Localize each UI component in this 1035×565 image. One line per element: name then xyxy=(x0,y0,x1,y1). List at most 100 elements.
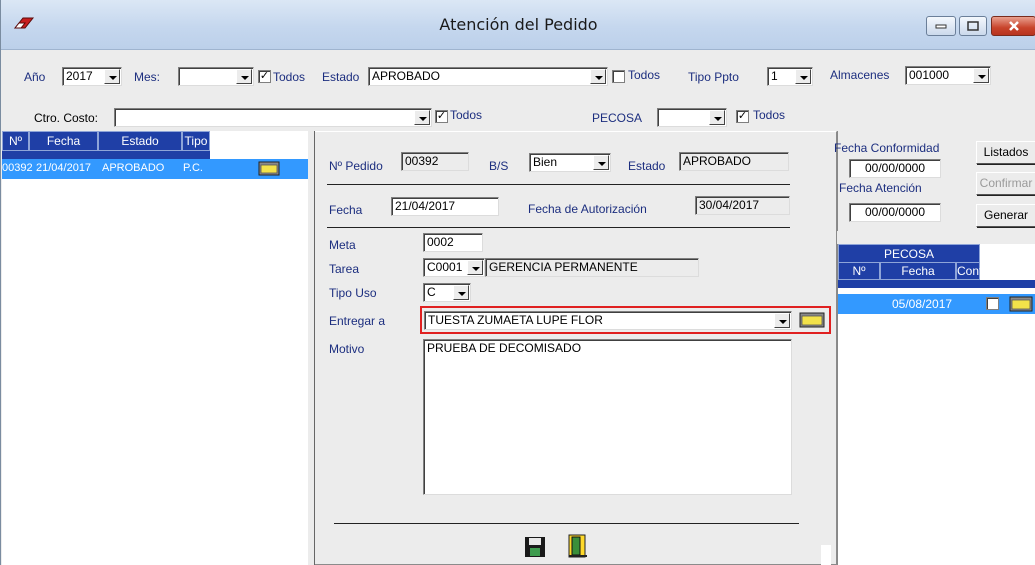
tarea-label: Tarea xyxy=(329,262,360,276)
fecha-atencion-label: Fecha Atención xyxy=(839,181,922,195)
orders-col-tipo[interactable]: Tipo xyxy=(182,131,210,151)
exit-door-icon[interactable] xyxy=(567,534,589,558)
dropdown-arrow-icon xyxy=(414,110,430,125)
orders-col-fecha[interactable]: Fecha xyxy=(29,131,98,151)
close-icon xyxy=(1008,21,1019,31)
dropdown-arrow-icon xyxy=(709,110,725,125)
estado-field[interactable]: APROBADO xyxy=(679,152,789,171)
minimize-icon xyxy=(935,24,947,29)
detail-panel-edge xyxy=(314,131,315,565)
tarea-code: C0001 xyxy=(427,260,463,274)
maximize-button[interactable] xyxy=(959,16,987,36)
save-icon[interactable] xyxy=(524,536,546,558)
motivo-label: Motivo xyxy=(329,342,365,356)
fecha-conformidad-label: Fecha Conformidad xyxy=(834,141,940,155)
view-detail-icon[interactable] xyxy=(258,161,280,176)
fecha-label: Fecha xyxy=(329,203,363,217)
ctro-costo-todos-checkbox[interactable]: ✓ xyxy=(435,110,448,123)
title-bar: Atención del Pedido xyxy=(1,0,1035,50)
fecha-autorizacion-field[interactable]: 30/04/2017 xyxy=(695,196,790,215)
scroll-corner xyxy=(821,545,831,565)
close-button[interactable] xyxy=(991,16,1035,36)
estado-todos-label: Todos xyxy=(628,68,661,82)
estado-todos-checkbox[interactable] xyxy=(612,70,625,83)
divider xyxy=(327,184,790,185)
dropdown-arrow-icon xyxy=(467,260,483,275)
table-row[interactable]: 00392 21/04/2017 APROBADO P.C. xyxy=(2,159,308,179)
mes-select[interactable] xyxy=(178,67,254,86)
tipo-uso-value: C xyxy=(427,285,436,299)
pecosa-fecha: 05/08/2017 xyxy=(892,297,953,311)
confirmar-button[interactable]: Confirmar xyxy=(976,172,1035,195)
pecosa-grid[interactable]: PECOSA Nº Fecha Conf. 05/08/2017 xyxy=(837,244,1035,565)
order-fecha: 21/04/2017 xyxy=(36,162,92,174)
fecha-atencion-field[interactable]: 00/00/0000 xyxy=(849,203,941,222)
pecosa-todos-label: Todos xyxy=(753,108,786,122)
fecha-field[interactable]: 21/04/2017 xyxy=(391,197,499,216)
anio-value: 2017 xyxy=(66,69,93,83)
pedido-field[interactable]: 00392 xyxy=(401,152,469,171)
window-title: Atención del Pedido xyxy=(439,15,598,34)
orders-col-num[interactable]: Nº xyxy=(2,131,29,151)
highlight-box xyxy=(420,306,831,334)
listados-button[interactable]: Listados xyxy=(976,141,1035,164)
dropdown-arrow-icon xyxy=(795,69,811,84)
pecosa-filter-label: PECOSA xyxy=(592,111,643,125)
generar-button[interactable]: Generar xyxy=(976,204,1035,227)
tipo-uso-select[interactable]: C xyxy=(423,283,471,302)
mes-todos-label: Todos xyxy=(273,70,306,84)
estado-filter-value: APROBADO xyxy=(372,69,441,83)
anio-label: Año xyxy=(24,70,46,84)
pecosa-todos-checkbox[interactable]: ✓ xyxy=(736,110,749,123)
tipo-ppto-label: Tipo Ppto xyxy=(688,70,739,84)
table-row[interactable]: 05/08/2017 xyxy=(838,294,1035,314)
ctro-costo-label: Ctro. Costo: xyxy=(34,111,99,125)
estado-filter-select[interactable]: APROBADO xyxy=(368,67,608,86)
pecosa-col-fecha[interactable]: Fecha xyxy=(880,262,956,280)
bs-label: B/S xyxy=(489,159,509,173)
dropdown-arrow-icon xyxy=(590,69,606,84)
view-detail-icon[interactable] xyxy=(1009,296,1033,312)
almacenes-value: 001000 xyxy=(909,68,950,82)
meta-field[interactable]: 0002 xyxy=(423,233,483,252)
mes-label: Mes: xyxy=(134,70,161,84)
pecosa-grid-title: PECOSA xyxy=(838,244,980,264)
tipo-ppto-select[interactable]: 1 xyxy=(767,67,813,86)
orders-grid[interactable]: Nº Fecha Estado Tipo 00392 21/04/2017 AP… xyxy=(2,131,308,565)
tarea-description: GERENCIA PERMANENTE xyxy=(485,258,699,277)
tipo-ppto-value: 1 xyxy=(771,69,778,83)
app-window: Atención del Pedido Año 2017 Mes: ✓ Todo… xyxy=(0,0,1035,565)
almacenes-label: Almacenes xyxy=(830,68,890,82)
pecosa-col-conf[interactable]: Conf. xyxy=(956,262,986,280)
dropdown-arrow-icon xyxy=(973,68,989,83)
fecha-autorizacion-label: Fecha de Autorización xyxy=(528,202,647,216)
bs-select[interactable]: Bien xyxy=(529,153,611,172)
ctro-costo-select[interactable] xyxy=(114,108,432,127)
almacenes-select[interactable]: 001000 xyxy=(905,66,991,85)
tarea-select[interactable]: C0001 xyxy=(423,258,485,277)
order-tipo: P.C. xyxy=(183,162,203,174)
mes-todos-checkbox[interactable]: ✓ xyxy=(258,70,271,83)
estado-filter-label: Estado xyxy=(322,70,360,84)
fecha-conformidad-field[interactable]: 00/00/0000 xyxy=(849,159,941,178)
divider xyxy=(327,227,790,228)
maximize-icon xyxy=(967,21,979,31)
divider xyxy=(334,523,799,524)
pedido-label: Nº Pedido xyxy=(329,159,383,173)
bs-value: Bien xyxy=(533,155,558,169)
pecosa-conf-checkbox[interactable] xyxy=(986,297,999,310)
motivo-textarea[interactable]: PRUEBA DE DECOMISADO xyxy=(423,339,792,495)
pecosa-col-num[interactable]: Nº xyxy=(838,262,880,280)
tipo-uso-label: Tipo Uso xyxy=(329,286,377,300)
dropdown-arrow-icon xyxy=(104,69,120,84)
orders-header-band xyxy=(2,151,210,159)
estado-label: Estado xyxy=(628,159,666,173)
ctro-costo-todos-label: Todos xyxy=(450,108,483,122)
pecosa-filter-select[interactable] xyxy=(657,108,727,127)
anio-select[interactable]: 2017 xyxy=(62,67,122,86)
dropdown-arrow-icon xyxy=(593,155,609,170)
meta-label: Meta xyxy=(329,238,356,252)
pecosa-header-band xyxy=(838,280,1035,288)
minimize-button[interactable] xyxy=(926,16,956,36)
orders-col-estado[interactable]: Estado xyxy=(98,131,182,151)
